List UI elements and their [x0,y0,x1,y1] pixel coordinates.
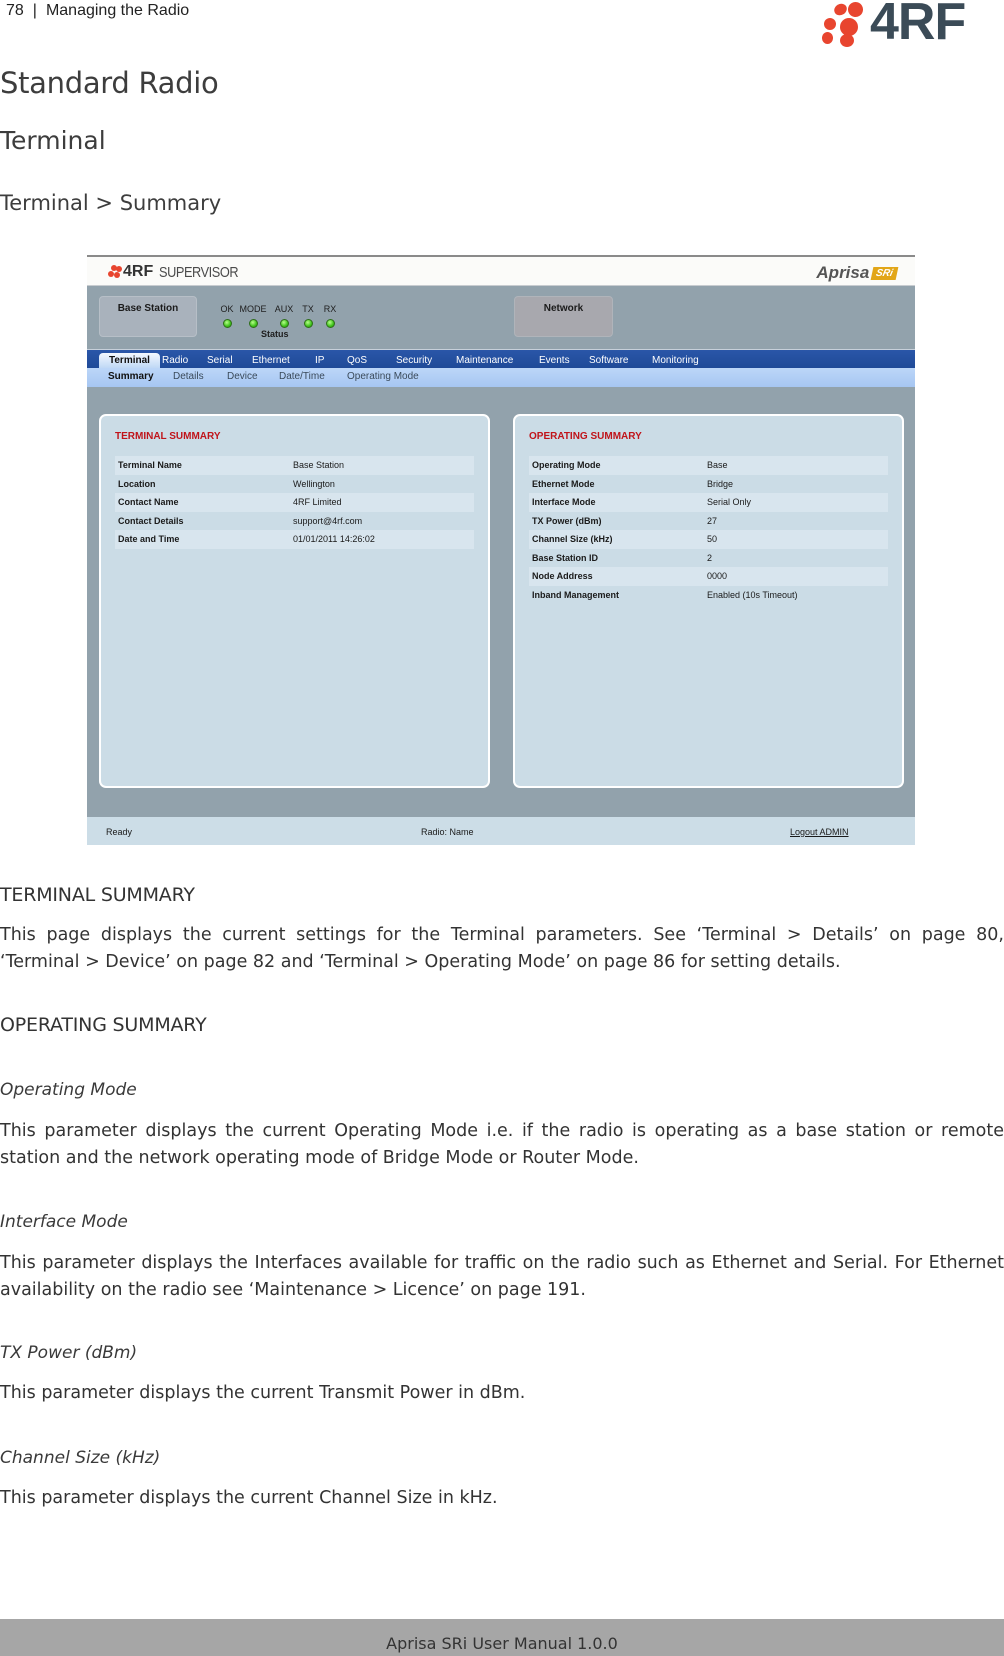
supervisor-screenshot: 4RF SUPERVISOR Aprisa SRi Base Station O… [87,255,915,845]
subtab-device[interactable]: Device [227,371,258,382]
tab-serial[interactable]: Serial [197,353,243,369]
base-station-button[interactable]: Base Station [99,296,197,337]
app-header: 4RF SUPERVISOR Aprisa SRi [87,257,915,286]
table-row: Terminal Name Base Station [115,456,474,475]
header-separator: | [32,2,37,19]
subtab-operating-mode[interactable]: Operating Mode [347,371,419,382]
param-title-interface-mode: Interface Mode [0,1212,128,1232]
page-number: 78 [6,2,24,19]
tab-radio[interactable]: Radio [152,353,198,369]
param-text-tx-power: This parameter displays the current Tran… [0,1383,526,1403]
param-text-interface-mode: This parameter displays the Interfaces a… [0,1253,1004,1300]
table-row: Date and Time 01/01/2011 14:26:02 [115,530,474,549]
table-row: Channel Size (kHz) 50 [529,530,888,549]
led-mode: MODE [238,297,268,328]
sri-badge: SRi [870,266,899,280]
table-row: TX Power (dBm) 27 [532,515,718,526]
table-row: Contact Details support@4rf.com [118,515,363,526]
param-text-operating-mode: This parameter displays the current Oper… [0,1121,1004,1168]
subtab-date-time[interactable]: Date/Time [279,371,325,382]
led-rx: RX [315,297,345,328]
app-status-bar: Ready Radio: Name Logout ADMIN [87,817,915,845]
table-row: Node Address 0000 [529,567,888,586]
terminal-summary-panel: TERMINAL SUMMARY Terminal Name Base Stati… [99,414,490,788]
terminal-summary-heading: TERMINAL SUMMARY [0,884,195,906]
page-footer: Aprisa SRi User Manual 1.0.0 [0,1619,1004,1656]
section-title: Standard Radio [0,66,219,100]
status-radio-name: Radio: Name [421,827,474,837]
tab-ethernet[interactable]: Ethernet [242,353,300,369]
aprisa-logo: Aprisa SRi [816,263,899,283]
tab-monitoring[interactable]: Monitoring [642,353,709,369]
led-green-icon [303,319,313,328]
param-title-channel-size: Channel Size (kHz) [0,1448,161,1468]
param-title-operating-mode: Operating Mode [0,1080,137,1100]
mini-logo-dots-icon [107,265,122,279]
param-title-tx-power: TX Power (dBm) [0,1343,138,1363]
status-label: Status [261,329,289,339]
chapter-title: Managing the Radio [45,2,190,19]
tab-security[interactable]: Security [386,353,442,369]
subtab-details[interactable]: Details [173,371,204,382]
subtab-summary[interactable]: Summary [108,371,154,382]
tab-software[interactable]: Software [579,353,638,369]
logo-wordmark: 4RF [870,0,966,51]
led-green-icon [279,319,289,328]
network-button[interactable]: Network [514,296,613,337]
operating-summary-table: Operating Mode Base Ethernet Mode Bridge I… [529,456,888,604]
supervisor-logo: 4RF SUPERVISOR [107,263,252,281]
table-row: Base Station ID 2 [532,552,713,563]
operating-summary-heading: OPERATING SUMMARY [0,1014,207,1036]
led-green-icon [325,319,335,328]
table-row: Interface Mode Serial Only [529,493,888,512]
terminal-summary-table: Terminal Name Base Station Location Wellin… [115,456,474,549]
tab-qos[interactable]: QoS [337,353,377,369]
running-header: 78 | Managing the Radio [6,2,189,20]
status-strip: Base Station OK MODE AUX TX RX Status Ne… [87,286,915,349]
4rf-logo: 4RF [820,0,1004,51]
led-green-icon [248,319,258,328]
status-ready: Ready [106,827,133,837]
aprisa-name: Aprisa [816,263,870,282]
table-row: Operating Mode Base [529,456,888,475]
page-path-title: Terminal > Summary [0,191,222,215]
supervisor-product: SUPERVISOR [159,263,239,281]
logout-link[interactable]: Logout ADMIN [790,827,849,837]
terminal-summary-title: TERMINAL SUMMARY [115,431,221,442]
tab-events[interactable]: Events [529,353,580,369]
table-row: Ethernet Mode Bridge [532,478,734,489]
subsection-title: Terminal [0,126,106,155]
table-row: Location Wellington [118,478,335,489]
operating-summary-panel: OPERATING SUMMARY Operating Mode Base Eth… [513,414,904,788]
table-row: Inband Management Enabled (10s Timeout) [532,589,798,600]
tab-maintenance[interactable]: Maintenance [446,353,523,369]
terminal-summary-paragraph: This page displays the current settings … [0,925,1004,972]
supervisor-brand: 4RF [123,263,154,280]
sub-tab-bar: Summary Details Device Date/Time Operati… [87,368,915,387]
table-row: Contact Name 4RF Limited [115,493,474,512]
param-text-channel-size: This parameter displays the current Chan… [0,1488,498,1508]
tab-ip[interactable]: IP [305,353,334,369]
led-green-icon [222,319,232,328]
status-leds: OK MODE AUX TX RX [212,297,342,347]
main-tab-bar: Terminal Radio Serial Ethernet IP QoS Se… [87,349,915,369]
logo-dots-icon [820,0,866,47]
tab-terminal[interactable]: Terminal [99,353,160,369]
operating-summary-title: OPERATING SUMMARY [529,431,642,442]
